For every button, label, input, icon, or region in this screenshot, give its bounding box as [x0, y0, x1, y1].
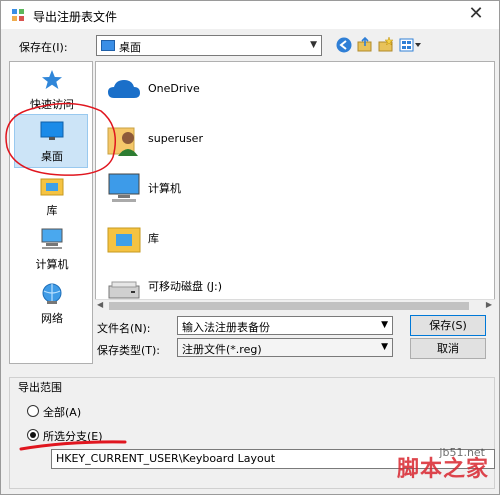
- place-library[interactable]: 库: [10, 172, 94, 230]
- chevron-down-icon: ▼: [381, 320, 388, 330]
- place-label: 桌面: [41, 150, 63, 163]
- filetype-label: 保存类型(T):: [97, 344, 161, 357]
- scroll-right-icon[interactable]: ▶: [486, 300, 492, 309]
- place-label: 计算机: [35, 258, 69, 271]
- library-icon: [107, 227, 141, 253]
- filename-value: 输入法注册表备份: [182, 321, 270, 334]
- radio-all[interactable]: [27, 405, 39, 417]
- file-name: 计算机: [148, 182, 181, 195]
- file-name: 可移动磁盘 (J:): [148, 280, 223, 293]
- place-computer[interactable]: 计算机: [10, 226, 94, 284]
- horizontal-scrollbar[interactable]: ◀ ▶: [95, 299, 495, 311]
- place-label: 库: [46, 204, 58, 217]
- branch-path-value: HKEY_CURRENT_USER\Keyboard Layout: [56, 452, 276, 465]
- export-registry-dialog: 导出注册表文件 ✕ 保存在(I): 桌面 ▼ 快速访问 桌面 库 计算机 网络 …: [0, 0, 500, 495]
- chevron-down-icon: ▼: [381, 342, 388, 352]
- desktop-folder-icon: [101, 40, 115, 51]
- places-bar: 快速访问 桌面 库 计算机 网络: [9, 61, 93, 364]
- place-desktop[interactable]: 桌面: [14, 114, 88, 168]
- file-name: OneDrive: [148, 82, 200, 95]
- library-icon: [40, 178, 64, 196]
- filetype-dropdown[interactable]: 注册文件(*.reg) ▼: [177, 338, 393, 357]
- back-icon[interactable]: [335, 36, 353, 54]
- view-menu-icon[interactable]: [398, 36, 422, 54]
- place-label: 快速访问: [30, 98, 74, 111]
- desktop-icon: [40, 121, 64, 140]
- export-range-title: 导出范围: [15, 379, 65, 395]
- computer-icon: [41, 228, 63, 249]
- save-button[interactable]: 保存(S): [410, 315, 486, 336]
- save-in-value: 桌面: [119, 41, 141, 54]
- radio-selected-branch-label[interactable]: 所选分支(E): [43, 428, 103, 444]
- list-item-onedrive[interactable]: OneDrive: [102, 68, 482, 114]
- cancel-button[interactable]: 取消: [410, 338, 486, 359]
- up-folder-icon[interactable]: [356, 36, 374, 54]
- registry-app-icon: [12, 9, 24, 21]
- filename-label: 文件名(N):: [97, 322, 151, 335]
- save-in-dropdown[interactable]: 桌面 ▼: [96, 35, 322, 56]
- list-item-superuser[interactable]: superuser: [102, 118, 482, 164]
- list-item-library[interactable]: 库: [102, 216, 482, 262]
- list-item-computer[interactable]: 计算机: [102, 166, 482, 212]
- scrollbar-thumb[interactable]: [109, 302, 469, 310]
- radio-all-label[interactable]: 全部(A): [43, 404, 81, 420]
- new-folder-icon[interactable]: [377, 36, 395, 54]
- file-list: OneDrive superuser 计算机 库 可移动磁盘 (J:): [95, 61, 495, 311]
- save-in-label: 保存在(I):: [19, 41, 68, 54]
- chevron-down-icon: ▼: [310, 40, 317, 50]
- file-name: superuser: [148, 132, 203, 145]
- computer-icon: [108, 173, 140, 202]
- title-bar: 导出注册表文件 ✕: [1, 1, 499, 29]
- star-icon: [42, 70, 62, 89]
- network-icon: [42, 283, 62, 304]
- place-network[interactable]: 网络: [10, 280, 94, 338]
- scroll-left-icon[interactable]: ◀: [97, 300, 103, 309]
- filename-input[interactable]: 输入法注册表备份 ▼: [177, 316, 393, 335]
- window-title: 导出注册表文件: [33, 10, 118, 24]
- file-name: 库: [148, 232, 159, 245]
- place-label: 网络: [41, 312, 63, 325]
- filetype-value: 注册文件(*.reg): [182, 343, 262, 356]
- watermark-logo: 脚本之家: [396, 457, 489, 482]
- radio-selected-branch[interactable]: [27, 429, 39, 441]
- close-button[interactable]: ✕: [459, 3, 493, 27]
- cloud-icon: [108, 80, 140, 98]
- user-folder-icon: [107, 127, 138, 156]
